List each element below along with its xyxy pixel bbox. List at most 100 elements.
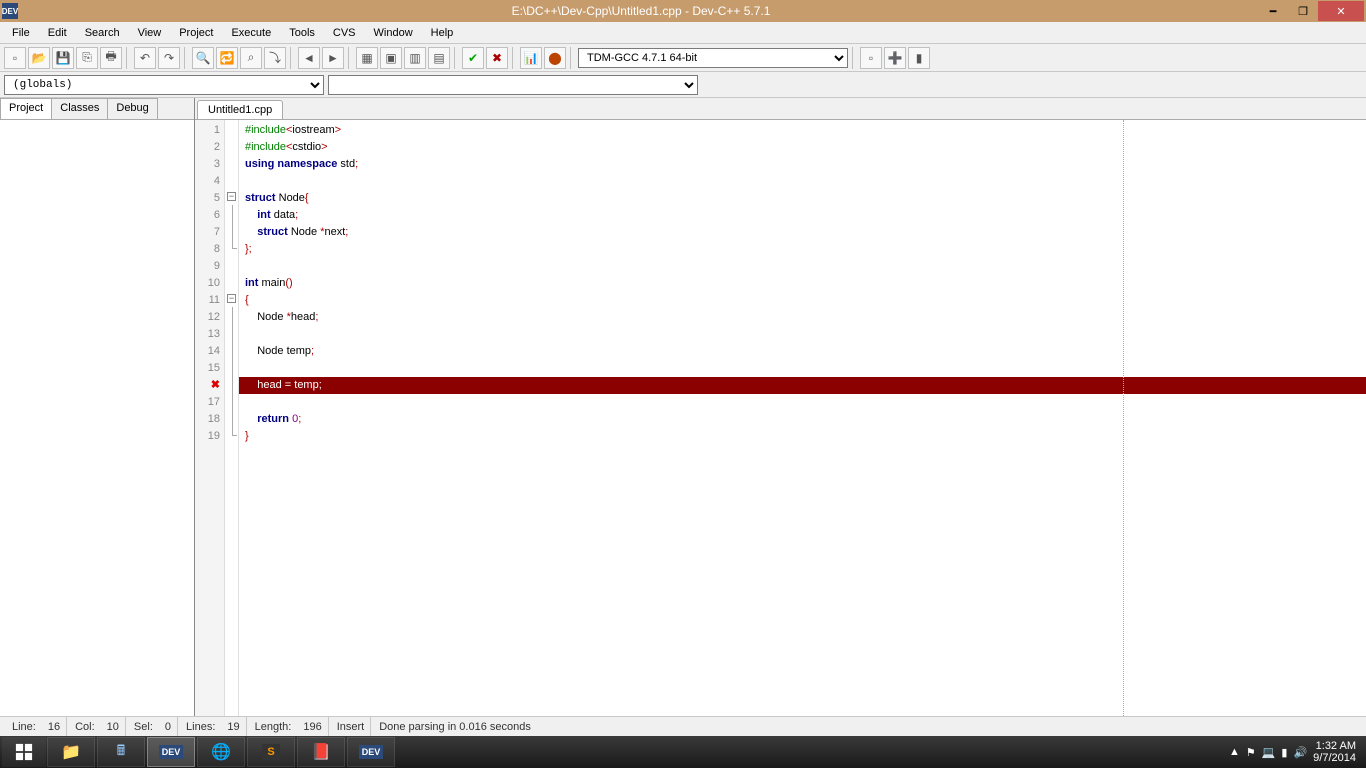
code-line[interactable]: #include<cstdio> <box>245 139 1366 156</box>
code-line[interactable]: } <box>245 428 1366 445</box>
task-devcpp2[interactable]: DEV <box>347 737 395 767</box>
code-line[interactable] <box>245 326 1366 343</box>
status-mode: Insert <box>331 717 372 736</box>
code-line[interactable]: { <box>245 292 1366 309</box>
code-line[interactable]: struct Node *next; <box>245 224 1366 241</box>
rebuild-icon[interactable]: ▤ <box>428 47 450 69</box>
flag-icon[interactable]: ⚑ <box>1246 746 1256 759</box>
volume-icon[interactable]: 🔊 <box>1293 746 1307 759</box>
new-project-icon[interactable]: ▫ <box>860 47 882 69</box>
separator <box>348 47 352 69</box>
system-tray[interactable]: ▲ ⚑ 💻 ▮ 🔊 1:32 AM 9/7/2014 <box>1221 740 1364 764</box>
margin-line <box>1123 120 1124 716</box>
code-line[interactable]: }; <box>245 241 1366 258</box>
code-editor[interactable]: 123456789101112131415✖171819 −− #include… <box>195 120 1366 716</box>
file-tabs: Untitled1.cpp <box>195 98 1366 120</box>
function-select[interactable] <box>328 75 698 95</box>
code-line[interactable]: struct Node{ <box>245 190 1366 207</box>
scope-select[interactable]: (globals) <box>4 75 324 95</box>
statusbar: Line:16 Col:10 Sel:0 Lines:19 Length:196… <box>0 716 1366 736</box>
menu-execute[interactable]: Execute <box>223 24 279 42</box>
main-toolbar: ▫ 📂 💾 ⎘ 🖶 ↶ ↷ 🔍 🔁 ⌕ ⤵ ◄ ► ▦ ▣ ▥ ▤ ✔ ✖ 📊 … <box>0 44 1366 72</box>
menu-tools[interactable]: Tools <box>281 24 323 42</box>
run-icon[interactable]: ▣ <box>380 47 402 69</box>
menu-project[interactable]: Project <box>171 24 221 42</box>
menubar: FileEditSearchViewProjectExecuteToolsCVS… <box>0 22 1366 44</box>
menu-search[interactable]: Search <box>77 24 128 42</box>
close-button[interactable]: ✕ <box>1318 1 1364 21</box>
profile-icon[interactable]: 📊 <box>520 47 542 69</box>
side-tabs: ProjectClassesDebug <box>0 98 194 120</box>
side-tab-debug[interactable]: Debug <box>107 98 157 119</box>
find-icon[interactable]: 🔍 <box>192 47 214 69</box>
code-line[interactable]: Node *head; <box>245 309 1366 326</box>
back-icon[interactable]: ◄ <box>298 47 320 69</box>
minimize-button[interactable]: ━ <box>1258 1 1288 21</box>
file-tab[interactable]: Untitled1.cpp <box>197 100 283 119</box>
debug-icon[interactable]: ✔ <box>462 47 484 69</box>
tray-up-icon[interactable]: ▲ <box>1229 746 1240 758</box>
scope-toolbar: (globals) <box>0 72 1366 98</box>
code-line[interactable]: #include<iostream> <box>245 122 1366 139</box>
open-file-icon[interactable]: 📂 <box>28 47 50 69</box>
code-line[interactable] <box>245 173 1366 190</box>
goto-icon[interactable]: ⤵ <box>264 47 286 69</box>
save-all-icon[interactable]: ⎘ <box>76 47 98 69</box>
stop-icon[interactable]: ✖ <box>486 47 508 69</box>
replace-icon[interactable]: 🔁 <box>216 47 238 69</box>
task-chrome[interactable]: 🌐 <box>197 737 245 767</box>
menu-edit[interactable]: Edit <box>40 24 75 42</box>
window-title: E:\DC++\Dev-Cpp\Untitled1.cpp - Dev-C++ … <box>24 4 1258 18</box>
code-line[interactable]: Node temp; <box>245 343 1366 360</box>
task-explorer[interactable]: 📁 <box>47 737 95 767</box>
status-line: Line:16 <box>6 717 67 736</box>
debug2-icon[interactable]: ⬤ <box>544 47 566 69</box>
new-file-icon[interactable]: ▫ <box>4 47 26 69</box>
compiler-select[interactable]: TDM-GCC 4.7.1 64-bit <box>578 48 848 68</box>
forward-icon[interactable]: ► <box>322 47 344 69</box>
add-file-icon[interactable]: ➕ <box>884 47 906 69</box>
project-tree[interactable] <box>0 120 194 716</box>
code-line[interactable] <box>245 360 1366 377</box>
redo-icon[interactable]: ↷ <box>158 47 180 69</box>
remove-file-icon[interactable]: ▮ <box>908 47 930 69</box>
code-line[interactable]: int data; <box>245 207 1366 224</box>
print-icon[interactable]: 🖶 <box>100 47 122 69</box>
save-icon[interactable]: 💾 <box>52 47 74 69</box>
status-length: Length:196 <box>249 717 329 736</box>
compile-icon[interactable]: ▦ <box>356 47 378 69</box>
menu-view[interactable]: View <box>130 24 170 42</box>
code-line[interactable]: return 0; <box>245 411 1366 428</box>
task-sublime[interactable]: S <box>247 737 295 767</box>
menu-file[interactable]: File <box>4 24 38 42</box>
start-button[interactable] <box>2 737 46 767</box>
titlebar: DEV E:\DC++\Dev-Cpp\Untitled1.cpp - Dev-… <box>0 0 1366 22</box>
separator <box>570 47 574 69</box>
code-line[interactable]: head = temp; <box>239 377 1366 394</box>
task-reader[interactable]: 📕 <box>297 737 345 767</box>
code-line[interactable] <box>245 394 1366 411</box>
maximize-button[interactable]: ❐ <box>1288 1 1318 21</box>
code-area[interactable]: #include<iostream>#include<cstdio>using … <box>239 120 1366 716</box>
code-line[interactable] <box>245 258 1366 275</box>
separator <box>454 47 458 69</box>
find-next-icon[interactable]: ⌕ <box>240 47 262 69</box>
side-tab-classes[interactable]: Classes <box>51 98 108 119</box>
task-devcpp[interactable]: DEV <box>147 737 195 767</box>
compile-run-icon[interactable]: ▥ <box>404 47 426 69</box>
status-parse: Done parsing in 0.016 seconds <box>373 717 537 736</box>
clock[interactable]: 1:32 AM 9/7/2014 <box>1313 740 1356 764</box>
battery-icon[interactable]: ▮ <box>1281 746 1287 759</box>
menu-cvs[interactable]: CVS <box>325 24 364 42</box>
menu-help[interactable]: Help <box>423 24 462 42</box>
task-calculator[interactable]: 🖩 <box>97 737 145 767</box>
side-tab-project[interactable]: Project <box>0 98 52 119</box>
undo-icon[interactable]: ↶ <box>134 47 156 69</box>
code-line[interactable]: using namespace std; <box>245 156 1366 173</box>
menu-window[interactable]: Window <box>366 24 421 42</box>
network-icon[interactable]: 💻 <box>1262 746 1276 759</box>
separator <box>184 47 188 69</box>
fold-gutter[interactable]: −− <box>225 120 239 716</box>
workspace: ProjectClassesDebug Untitled1.cpp 123456… <box>0 98 1366 716</box>
code-line[interactable]: int main() <box>245 275 1366 292</box>
